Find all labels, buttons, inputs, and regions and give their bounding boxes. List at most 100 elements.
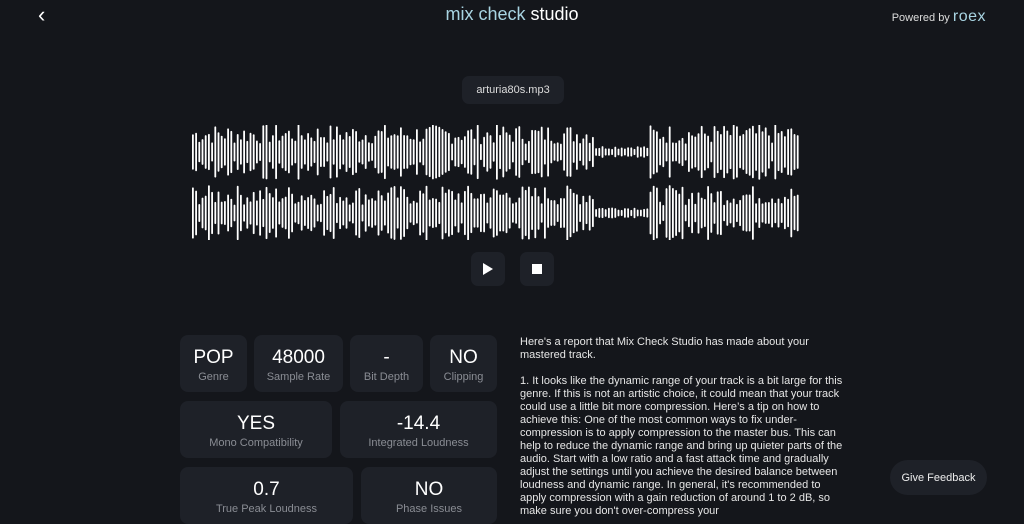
give-feedback-button[interactable]: Give Feedback (890, 460, 987, 495)
waveform-bar (748, 194, 751, 232)
waveform[interactable] (190, 125, 804, 240)
waveform-bar (259, 190, 261, 236)
play-button[interactable] (471, 252, 505, 286)
metric-value: NO (449, 347, 478, 368)
waveform-bar (380, 131, 383, 173)
waveform-bar (556, 203, 559, 223)
waveform-bar (240, 139, 242, 165)
waveform-bar (307, 133, 309, 171)
waveform-bar (294, 203, 297, 223)
waveform-bar (649, 191, 652, 235)
waveform-bar (508, 197, 511, 229)
waveform-bar (281, 198, 284, 228)
metric-label: Mono Compatibility (209, 437, 303, 449)
waveform-bar (624, 148, 626, 156)
waveform-bar (243, 204, 245, 222)
waveform-bar (614, 146, 617, 158)
metric-integrated-loudness: -14.4 Integrated Loudness (340, 401, 497, 458)
waveform-bar (387, 137, 389, 167)
waveform-bar (364, 194, 367, 232)
waveform-bar (656, 187, 658, 239)
stop-button[interactable] (520, 252, 554, 286)
waveform-bar (211, 191, 213, 235)
waveform-bar (531, 129, 533, 175)
waveform-bar (313, 198, 316, 228)
waveform-bar (774, 125, 777, 180)
waveform-bar (412, 200, 415, 226)
metric-genre: POP Genre (180, 335, 247, 392)
waveform-bar (694, 203, 697, 223)
waveform-bar (534, 187, 537, 239)
waveform-bar (323, 136, 325, 168)
waveform-bar (729, 202, 732, 224)
waveform-bar (371, 198, 373, 228)
waveform-bar (524, 143, 527, 161)
waveform-bar (256, 140, 258, 164)
waveform-bar (774, 202, 777, 224)
waveform-bar (608, 207, 610, 219)
waveform-bar (784, 136, 786, 168)
waveform-bar (454, 199, 457, 227)
waveform-bar (310, 194, 313, 232)
waveform-bar (460, 202, 463, 224)
waveform-bar (374, 135, 377, 169)
title-mix-check: mix check (445, 4, 526, 24)
waveform-bar (540, 126, 543, 178)
waveform-bar (236, 185, 239, 240)
waveform-bar (192, 187, 194, 239)
waveform-bar (201, 139, 204, 165)
waveform-bar (585, 201, 588, 225)
waveform-bar (732, 125, 735, 180)
powered-by: Powered by roex (892, 8, 986, 26)
waveform-bar (582, 138, 585, 166)
waveform-bar (736, 203, 738, 223)
waveform-bar (496, 125, 498, 180)
waveform-bar (371, 143, 373, 161)
waveform-bar (428, 199, 431, 227)
waveform-bar (611, 207, 613, 219)
waveform-bar (720, 134, 722, 170)
waveform-bar (345, 197, 348, 229)
waveform-bar (528, 140, 530, 164)
waveform-bar (406, 196, 409, 230)
waveform-bar (358, 141, 361, 163)
waveform-bar (320, 136, 322, 168)
waveform-bar (316, 204, 319, 222)
waveform-bar (768, 202, 770, 224)
waveform-bar (489, 135, 492, 169)
metric-label: True Peak Loudness (215, 503, 318, 515)
waveform-bar (217, 132, 220, 172)
waveform-bar (646, 208, 649, 218)
waveform-bar (777, 198, 780, 228)
waveform-bar (208, 185, 210, 240)
waveform-bar (588, 195, 591, 231)
powered-by-label: Powered by (891, 12, 953, 24)
waveform-bar (726, 200, 729, 226)
waveform-bar (201, 197, 204, 229)
waveform-bar (400, 186, 402, 240)
waveform-bar (275, 188, 277, 238)
waveform-bar (780, 130, 783, 174)
waveform-bar (512, 203, 514, 223)
waveform-bar (700, 197, 703, 229)
waveform-bar (777, 132, 780, 172)
waveform-bar (707, 135, 709, 169)
waveform-bar (457, 193, 460, 233)
waveform-bar (710, 141, 713, 163)
waveform-bar (553, 200, 556, 226)
waveform-bar (601, 207, 604, 219)
waveform-bar (364, 134, 367, 170)
waveform-bar (652, 129, 655, 175)
waveform-bar (480, 193, 482, 233)
waveform-bar (393, 134, 396, 170)
roex-logo: roex (952, 8, 986, 25)
metric-value: YES (236, 413, 276, 434)
waveform-bar (403, 188, 405, 238)
metric-label: Sample Rate (266, 371, 331, 383)
waveform-bar (694, 136, 697, 168)
waveform-bar (659, 201, 661, 225)
waveform-bar (681, 186, 684, 240)
waveform-bar (758, 197, 761, 229)
waveform-bar (268, 193, 271, 233)
waveform-bar (348, 135, 351, 169)
